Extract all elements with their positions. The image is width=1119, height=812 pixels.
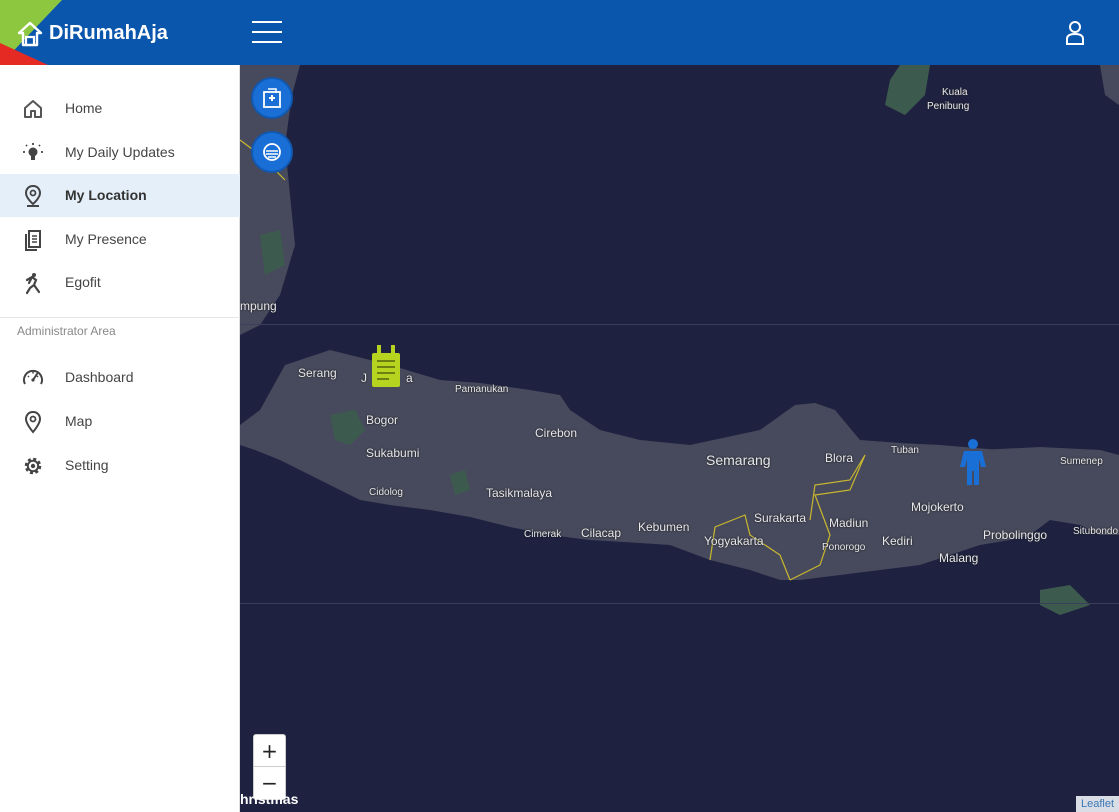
sidebar-item-home[interactable]: Home [0, 87, 240, 130]
map-label: Pamanukan [455, 384, 509, 395]
map-label: Bogor [366, 413, 399, 427]
brand-logo-area[interactable]: DiRumahAja [0, 0, 240, 65]
map-label: Cidolog [369, 487, 403, 498]
map-label: J [361, 371, 367, 385]
map-label: Sukabumi [366, 446, 420, 460]
map-label: Kuala [942, 87, 968, 98]
sidebar-item-my-location[interactable]: My Location [0, 174, 240, 217]
sidebar-item-label: Dashboard [65, 369, 134, 385]
house-logo-icon [17, 21, 43, 47]
map-label: Cilacap [581, 526, 622, 540]
sidebar-item-label: My Daily Updates [65, 144, 175, 160]
map-label: Yogyakarta [704, 534, 764, 548]
gear-icon [24, 457, 42, 475]
hospital-icon [263, 88, 281, 108]
map-pin-icon [24, 410, 42, 434]
map-label: Tuban [891, 445, 919, 456]
map-label: Blora [825, 451, 854, 465]
sidebar-item-label: My Location [65, 187, 147, 203]
menu-toggle-button[interactable] [252, 21, 282, 45]
hospital-marker-icon[interactable] [369, 345, 403, 389]
tile-seam [240, 603, 1119, 604]
map-label: Cirebon [535, 426, 578, 440]
hospital-filter-button[interactable] [251, 77, 293, 119]
map-label: Ponorogo [822, 542, 866, 553]
sidebar-divider [0, 317, 240, 318]
top-app-bar: DiRumahAja [0, 0, 1119, 65]
map-label: Kediri [882, 534, 913, 548]
map-label: mpung [240, 299, 277, 313]
admin-section-title: Administrator Area [17, 324, 116, 338]
map-label: Mojokerto [911, 500, 964, 514]
user-account-icon[interactable] [1063, 20, 1087, 46]
bulb-icon [23, 143, 43, 160]
map-label: Madiun [829, 516, 869, 530]
map-label: Serang [298, 366, 337, 380]
sidebar-item-label: Home [65, 100, 103, 116]
sidebar-item-my-presence[interactable]: My Presence [0, 218, 240, 261]
map-label: Surakarta [754, 511, 807, 525]
running-icon [25, 273, 41, 295]
mask-filter-button[interactable] [251, 131, 293, 173]
map-label: Penibung [927, 101, 970, 112]
brand-name: DiRumahAja [49, 22, 168, 44]
sidebar-item-label: Egofit [65, 274, 101, 290]
sidebar-item-egofit[interactable]: Egofit [0, 261, 240, 304]
sidebar: Home My Daily Updates My Location My Pre… [0, 65, 240, 812]
location-pin-icon [24, 184, 42, 207]
documents-icon [25, 230, 41, 251]
sidebar-item-label: Map [65, 413, 93, 429]
sidebar-item-label: Setting [65, 457, 109, 473]
face-mask-icon [263, 143, 281, 161]
person-location-marker-icon[interactable] [958, 437, 988, 487]
map-label: Tasikmalaya [486, 486, 553, 500]
map-label: Malang [939, 551, 979, 565]
home-icon [24, 100, 42, 118]
tile-seam [240, 324, 1119, 325]
map-label: Semarang [706, 452, 771, 468]
map-label: Sumenep [1060, 456, 1103, 467]
sidebar-item-label: My Presence [65, 231, 147, 247]
sidebar-item-map[interactable]: Map [0, 400, 240, 443]
sidebar-item-daily-updates[interactable]: My Daily Updates [0, 131, 240, 174]
map-partial-label: hristmas [240, 791, 299, 807]
map-label: Probolinggo [983, 528, 1048, 542]
sidebar-item-setting[interactable]: Setting [0, 444, 240, 487]
map-label: Situbondo [1073, 526, 1119, 537]
map-label: a [406, 371, 413, 385]
zoom-in-button[interactable]: + [254, 735, 285, 767]
map-label: Cimerak [524, 529, 562, 540]
sidebar-item-dashboard[interactable]: Dashboard [0, 356, 240, 399]
map-label: Kebumen [638, 520, 690, 534]
speedometer-icon [23, 369, 43, 385]
map-attribution-link[interactable]: Leaflet [1075, 796, 1119, 812]
map-view[interactable]: Kuala Penibung mpung Serang J a Pamanuka… [240, 65, 1119, 812]
